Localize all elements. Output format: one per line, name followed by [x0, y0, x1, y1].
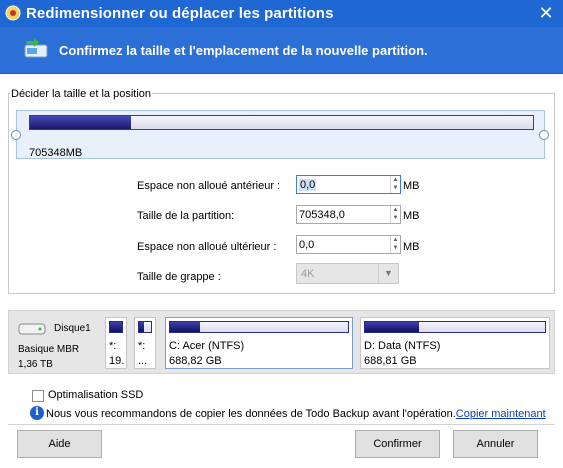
partition-size-unit: MB: [403, 210, 420, 222]
chevron-down-icon[interactable]: ▼: [378, 264, 398, 283]
partition-usage-bar: [109, 321, 123, 333]
ssd-label[interactable]: Optimalisation SSD: [48, 389, 143, 401]
partition-label: *:: [109, 340, 117, 352]
unallocated-before-unit: MB: [403, 180, 420, 192]
help-button[interactable]: Aide: [17, 430, 102, 458]
partition-used-fill: [30, 116, 131, 129]
title-bar: Redimensionner ou déplacer les partition…: [0, 0, 563, 27]
partition-usage-fill: [365, 322, 419, 332]
info-text: Nous vous recommandons de copier les don…: [46, 408, 456, 420]
hard-disk-icon: [18, 323, 46, 335]
partition-block-1[interactable]: *: 19.: [105, 317, 127, 369]
cluster-size-label: Taille de grappe :: [137, 271, 221, 283]
header-instruction: Confirmez la taille et l'emplacement de …: [59, 43, 428, 58]
partition-usage-bar: [364, 321, 546, 333]
confirm-button[interactable]: Confirmer: [355, 430, 440, 458]
header-band: Confirmez la taille et l'emplacement de …: [0, 27, 563, 74]
disk-type: Basique MBR: [18, 344, 80, 355]
app-logo-icon: [5, 5, 21, 21]
partition-label: *:: [138, 340, 146, 352]
partition-size: 19.: [109, 355, 125, 367]
unallocated-after-spinner[interactable]: ▲ ▼: [390, 236, 400, 253]
partition-usage-fill: [170, 322, 201, 332]
partition-label: D: Data (NTFS): [364, 340, 441, 352]
info-message: Nous vous recommandons de copier les don…: [46, 408, 546, 420]
unallocated-after-value: 0,0: [299, 239, 315, 251]
size-position-group-label: Décider la taille et la position: [10, 88, 153, 100]
unallocated-before-value: 0,0: [299, 179, 317, 191]
partition-usage-bar: [138, 321, 152, 333]
cluster-size-value: 4K: [301, 268, 315, 280]
partition-size-readout: 705348MB: [29, 147, 83, 159]
partition-block-2[interactable]: *: ...: [134, 317, 156, 369]
partition-size: ...: [138, 355, 148, 367]
unallocated-after-unit: MB: [403, 241, 420, 253]
unallocated-before-input[interactable]: 0,0 ▲ ▼: [296, 175, 401, 194]
info-icon: i: [30, 406, 44, 420]
partition-size-value: 705348,0: [299, 209, 345, 221]
partition-size-input[interactable]: 705348,0 ▲ ▼: [296, 205, 401, 224]
unallocated-after-input[interactable]: 0,0 ▲ ▼: [296, 235, 401, 254]
partition-slider-bar[interactable]: [29, 115, 534, 130]
unallocated-before-spinner[interactable]: ▲ ▼: [390, 176, 400, 193]
partition-arrows-icon: [24, 38, 48, 58]
ssd-checkbox[interactable]: [32, 390, 44, 402]
copy-now-link[interactable]: Copier maintenant: [456, 408, 546, 420]
unallocated-before-label: Espace non alloué antérieur :: [137, 180, 281, 192]
partition-size: 688,82 GB: [169, 355, 222, 367]
partition-usage-fill: [139, 322, 144, 332]
partition-usage-bar: [169, 321, 349, 333]
disk-size: 1,36 TB: [18, 359, 53, 370]
cancel-button[interactable]: Annuler: [453, 430, 538, 458]
close-button[interactable]: ✕: [529, 0, 563, 27]
cluster-size-select[interactable]: 4K ▼: [296, 263, 399, 284]
left-resize-handle[interactable]: [11, 130, 21, 140]
partition-block-c[interactable]: C: Acer (NTFS) 688,82 GB: [165, 317, 353, 369]
disk-name: Disque1: [54, 323, 91, 334]
right-resize-handle[interactable]: [539, 130, 549, 140]
partition-label: C: Acer (NTFS): [169, 340, 245, 352]
partition-usage-fill: [110, 322, 122, 332]
partition-size-spinner[interactable]: ▲ ▼: [390, 206, 400, 223]
unallocated-after-label: Espace non alloué ultérieur :: [137, 241, 277, 253]
disk-map: Disque1 Basique MBR 1,36 TB *: 19. *: ..…: [8, 310, 555, 374]
window-title: Redimensionner ou déplacer les partition…: [26, 5, 334, 22]
partition-block-d[interactable]: D: Data (NTFS) 688,81 GB: [360, 317, 550, 369]
partition-size: 688,81 GB: [364, 355, 417, 367]
disk-info: Disque1 Basique MBR 1,36 TB: [9, 311, 103, 373]
partition-size-label: Taille de la partition:: [137, 210, 235, 222]
